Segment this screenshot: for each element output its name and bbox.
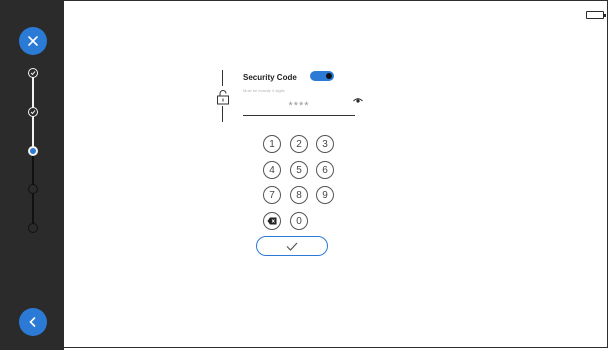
backspace-icon (267, 217, 277, 225)
key-1[interactable]: 1 (263, 135, 281, 153)
key-7[interactable]: 7 (263, 186, 281, 204)
security-code-input[interactable]: **** (243, 96, 355, 116)
confirm-button[interactable] (256, 236, 328, 256)
step-5-pending (28, 223, 38, 233)
key-9[interactable]: 9 (316, 186, 334, 204)
divider (222, 106, 223, 122)
close-icon (28, 36, 38, 46)
security-code-toggle[interactable] (310, 71, 334, 81)
backspace-key[interactable] (263, 212, 281, 230)
check-icon (30, 110, 36, 115)
security-code-hint: Must be exactly 4 digits (243, 88, 285, 93)
divider (222, 70, 223, 86)
key-4[interactable]: 4 (263, 161, 281, 179)
eye-icon[interactable] (353, 97, 363, 105)
lock-indicator (213, 70, 233, 122)
security-code-label: Security Code (243, 73, 297, 82)
step-2-complete (28, 107, 38, 117)
key-3[interactable]: 3 (316, 135, 334, 153)
key-0[interactable]: 0 (290, 212, 308, 230)
battery-icon (586, 11, 606, 19)
back-button[interactable] (19, 308, 47, 336)
key-8[interactable]: 8 (290, 186, 308, 204)
chevron-left-icon (29, 317, 36, 327)
key-5[interactable]: 5 (290, 161, 308, 179)
sidebar (0, 0, 64, 350)
key-2[interactable]: 2 (290, 135, 308, 153)
close-button[interactable] (19, 27, 47, 55)
check-icon (30, 71, 36, 76)
step-3-current (28, 146, 38, 156)
step-1-complete (28, 68, 38, 78)
key-6[interactable]: 6 (316, 161, 334, 179)
lock-icon (217, 90, 229, 105)
check-icon (286, 242, 298, 251)
step-4-pending (28, 184, 38, 194)
